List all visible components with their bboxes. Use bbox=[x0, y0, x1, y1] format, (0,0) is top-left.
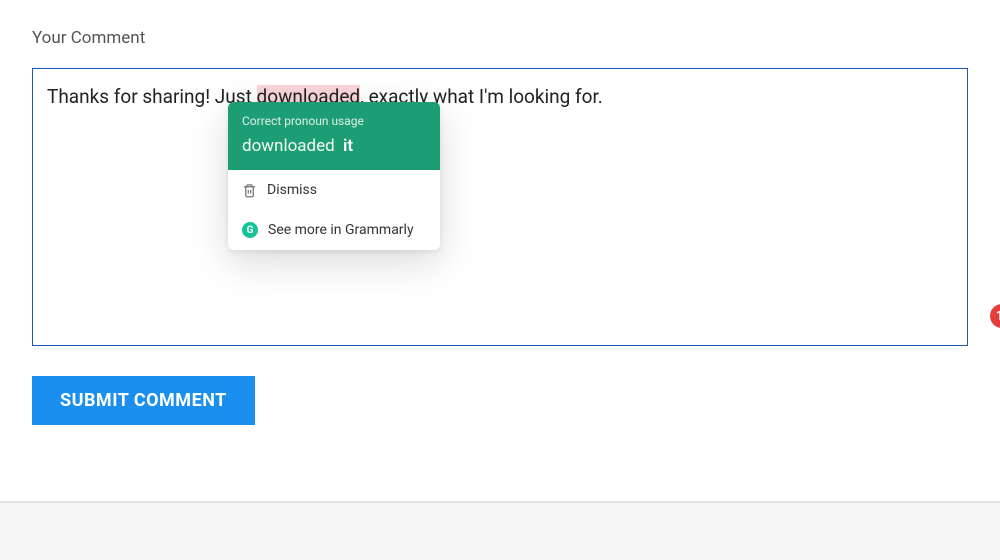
trash-icon bbox=[242, 183, 257, 198]
popup-header[interactable]: Correct pronoun usage downloaded it bbox=[228, 102, 440, 170]
grammar-suggestion-popup: Correct pronoun usage downloaded it Dism… bbox=[228, 102, 440, 250]
popup-suggestion: downloaded it bbox=[242, 136, 426, 156]
see-more-grammarly-button[interactable]: G See more in Grammarly bbox=[228, 210, 440, 250]
comment-textarea[interactable]: Thanks for sharing! Just downloaded, exa… bbox=[32, 68, 968, 346]
popup-original-word: downloaded bbox=[242, 136, 335, 156]
grammarly-icon: G bbox=[242, 222, 258, 238]
comment-text-pre: Thanks for sharing! Just bbox=[47, 85, 257, 108]
submit-comment-button[interactable]: SUBMIT COMMENT bbox=[32, 376, 255, 425]
popup-fix-word: it bbox=[343, 136, 353, 156]
see-more-label: See more in Grammarly bbox=[268, 222, 414, 238]
dismiss-button[interactable]: Dismiss bbox=[228, 170, 440, 210]
popup-title: Correct pronoun usage bbox=[242, 114, 426, 128]
comment-label: Your Comment bbox=[32, 28, 968, 48]
dismiss-label: Dismiss bbox=[267, 182, 317, 198]
bottom-bar bbox=[0, 502, 1000, 560]
